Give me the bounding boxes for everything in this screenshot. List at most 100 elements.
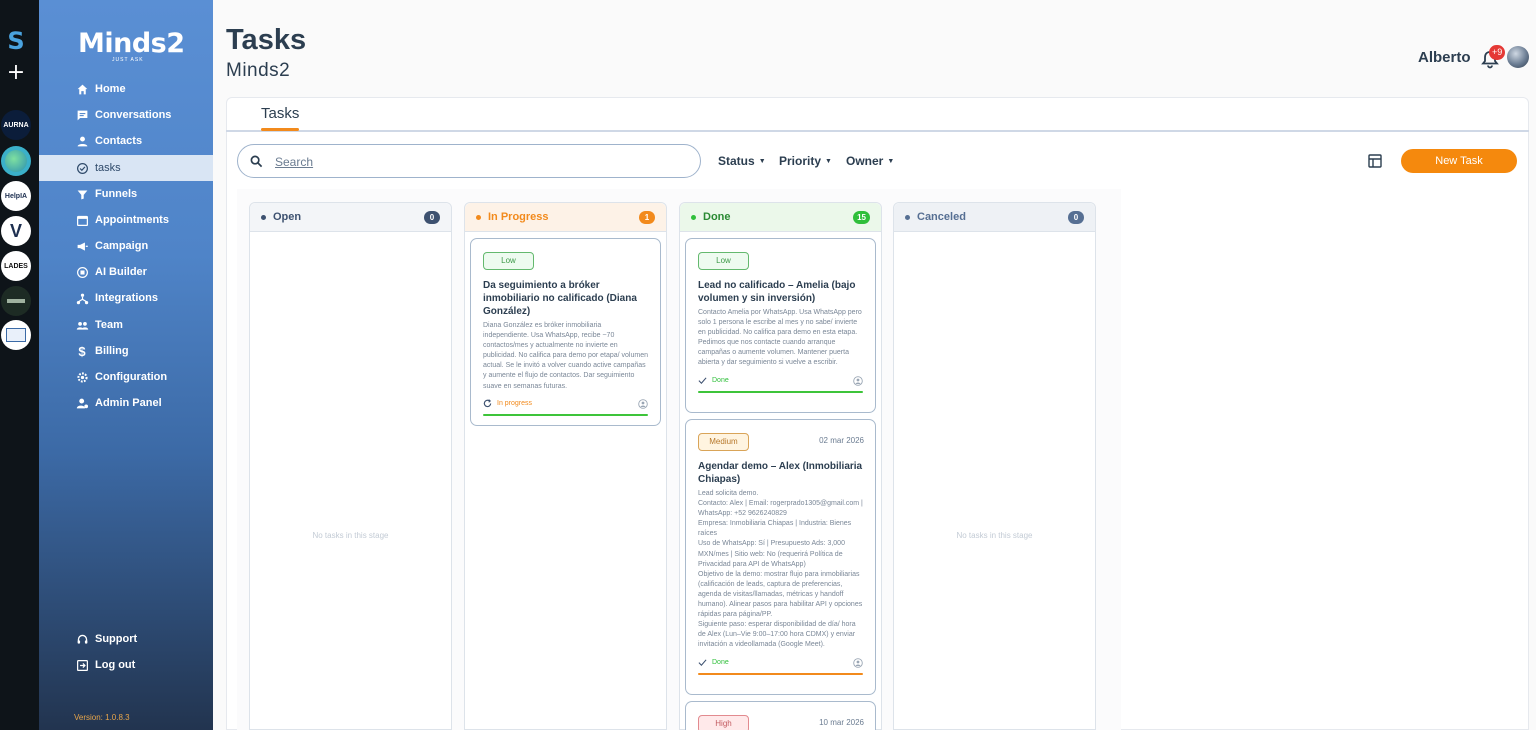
sidebar-item-ai-builder[interactable]: AI Builder: [39, 259, 213, 285]
workspace-avatar[interactable]: [1, 286, 31, 316]
task-title: Lead no calificado – Amelia (bajo volume…: [698, 280, 856, 304]
workspace-logo-icon: [7, 299, 25, 303]
search-input[interactable]: [275, 153, 675, 171]
team-icon: [75, 318, 89, 332]
workspace-avatar[interactable]: [1, 320, 31, 350]
status-dot: [261, 214, 266, 220]
sidebar-item-label: Team: [95, 319, 123, 331]
gear-icon: [75, 370, 89, 384]
workspace-avatar[interactable]: AURNA: [1, 110, 31, 140]
sidebar-item-logout[interactable]: Log out: [39, 652, 213, 678]
app-logo-icon[interactable]: S: [5, 29, 27, 53]
sidebar-item-contacts[interactable]: Contacts: [39, 128, 213, 154]
workspace-logo-icon: [6, 328, 26, 342]
version-label: Version: 1.0.8.3: [74, 713, 130, 722]
search-icon: [250, 155, 263, 168]
status-dot: [476, 214, 481, 220]
assignee-icon[interactable]: [853, 657, 863, 668]
sidebar-item-label: Integrations: [95, 292, 158, 304]
sidebar-item-billing[interactable]: $ Billing: [39, 338, 213, 364]
headset-icon: [75, 632, 89, 646]
assignee-icon[interactable]: [853, 375, 863, 386]
task-description: Diana González es bróker inmobiliaria in…: [483, 322, 648, 390]
calendar-icon: [75, 213, 89, 227]
table-view-icon[interactable]: [1368, 154, 1382, 168]
sidebar-item-label: AI Builder: [95, 266, 147, 278]
sidebar-item-label: Conversations: [95, 109, 172, 121]
sidebar-item-configuration[interactable]: Configuration: [39, 364, 213, 390]
task-card[interactable]: High 10 mar 2026: [685, 701, 876, 730]
empty-state: No tasks in this stage: [312, 531, 389, 540]
workspace-avatar[interactable]: HelpIA: [1, 181, 31, 211]
chat-icon: [75, 108, 89, 122]
task-card[interactable]: Low Da seguimiento a bróker inmobiliario…: [470, 238, 661, 426]
person-icon: [75, 134, 89, 148]
dollar-icon: $: [78, 343, 86, 359]
sidebar-item-tasks[interactable]: tasks: [39, 155, 213, 181]
column-header: Open 0: [250, 203, 451, 232]
avatar[interactable]: [1507, 46, 1529, 68]
task-status: Done: [698, 657, 863, 668]
network-icon: [75, 291, 89, 305]
workspace-avatar[interactable]: LADES: [1, 251, 31, 281]
active-tab-indicator: [261, 128, 299, 131]
sidebar-item-campaign[interactable]: Campaign: [39, 233, 213, 259]
count-badge: 15: [853, 210, 870, 224]
sidebar-item-integrations[interactable]: Integrations: [39, 285, 213, 311]
status-bar: [698, 672, 863, 675]
tab-bar: Tasks: [226, 97, 1529, 132]
task-card[interactable]: Medium 02 mar 2026 Agendar demo – Alex (…: [685, 419, 876, 695]
page-title: Tasks: [226, 24, 307, 56]
caret-down-icon: ▼: [887, 157, 895, 165]
task-description: Lead solicita demo. Contacto: Alex | Ema…: [698, 490, 863, 649]
page-subtitle: Minds2: [226, 60, 291, 81]
sidebar-item-team[interactable]: Team: [39, 312, 213, 338]
sidebar-item-funnels[interactable]: Funnels: [39, 181, 213, 207]
caret-down-icon: ▼: [825, 157, 832, 165]
sidebar-item-label: Home: [95, 83, 126, 95]
status-bar: [483, 413, 648, 416]
new-task-button[interactable]: New Task: [1401, 149, 1517, 173]
sidebar-item-label: Campaign: [95, 240, 149, 252]
sidebar-item-conversations[interactable]: Conversations: [39, 102, 213, 128]
assignee-icon[interactable]: [638, 398, 648, 409]
due-date: 10 mar 2026: [819, 718, 864, 727]
column-canceled: Canceled 0 No tasks in this stage: [893, 202, 1096, 730]
user-name[interactable]: Alberto: [1418, 49, 1471, 66]
sidebar-item-label: Funnels: [95, 188, 138, 200]
due-date: 02 mar 2026: [819, 436, 864, 445]
workspace-avatar[interactable]: [1, 146, 31, 176]
funnel-icon: [75, 187, 89, 201]
sidebar-item-label: Admin Panel: [95, 397, 162, 409]
sidebar-item-appointments[interactable]: Appointments: [39, 207, 213, 233]
globe-icon: [5, 150, 27, 172]
sidebar-item-home[interactable]: Home: [39, 76, 213, 102]
sidebar-item-label: tasks: [95, 162, 121, 174]
sidebar-item-support[interactable]: Support: [39, 626, 213, 652]
status-bar: [698, 390, 863, 393]
task-title: Da seguimiento a bróker inmobiliario no …: [483, 280, 637, 317]
tab-tasks[interactable]: Tasks: [261, 105, 299, 122]
owner-filter[interactable]: Owner ▼: [846, 154, 894, 168]
sidebar-item-label: Log out: [95, 659, 136, 671]
task-description: Contacto Amelia por WhatsApp. Usa WhatsA…: [698, 309, 862, 367]
caret-down-icon: ▼: [758, 157, 766, 165]
sidebar-item-admin-panel[interactable]: Admin Panel: [39, 390, 213, 416]
check-icon: [698, 659, 707, 666]
sidebar-item-label: Contacts: [95, 135, 143, 147]
task-card[interactable]: Low Lead no calificado – Amelia (bajo vo…: [685, 238, 876, 413]
chip-icon: [75, 265, 89, 279]
column-done: Done 15 Low Lead no calificado – Amelia …: [679, 202, 882, 730]
workspace-avatar[interactable]: V: [1, 216, 31, 246]
sidebar-item-label: Appointments: [95, 214, 169, 226]
status-filter[interactable]: Status ▼: [718, 154, 766, 168]
count-badge: 0: [1068, 210, 1084, 224]
task-title: Agendar demo – Alex (Inmobiliaria Chiapa…: [698, 461, 863, 485]
task-status: Done: [698, 375, 863, 386]
priority-badge: Low: [698, 252, 749, 270]
refresh-icon: [483, 399, 492, 408]
priority-filter[interactable]: Priority ▼: [779, 154, 832, 168]
status-dot: [905, 214, 910, 220]
add-workspace-icon[interactable]: +: [6, 62, 26, 84]
priority-badge: Medium: [698, 433, 749, 451]
